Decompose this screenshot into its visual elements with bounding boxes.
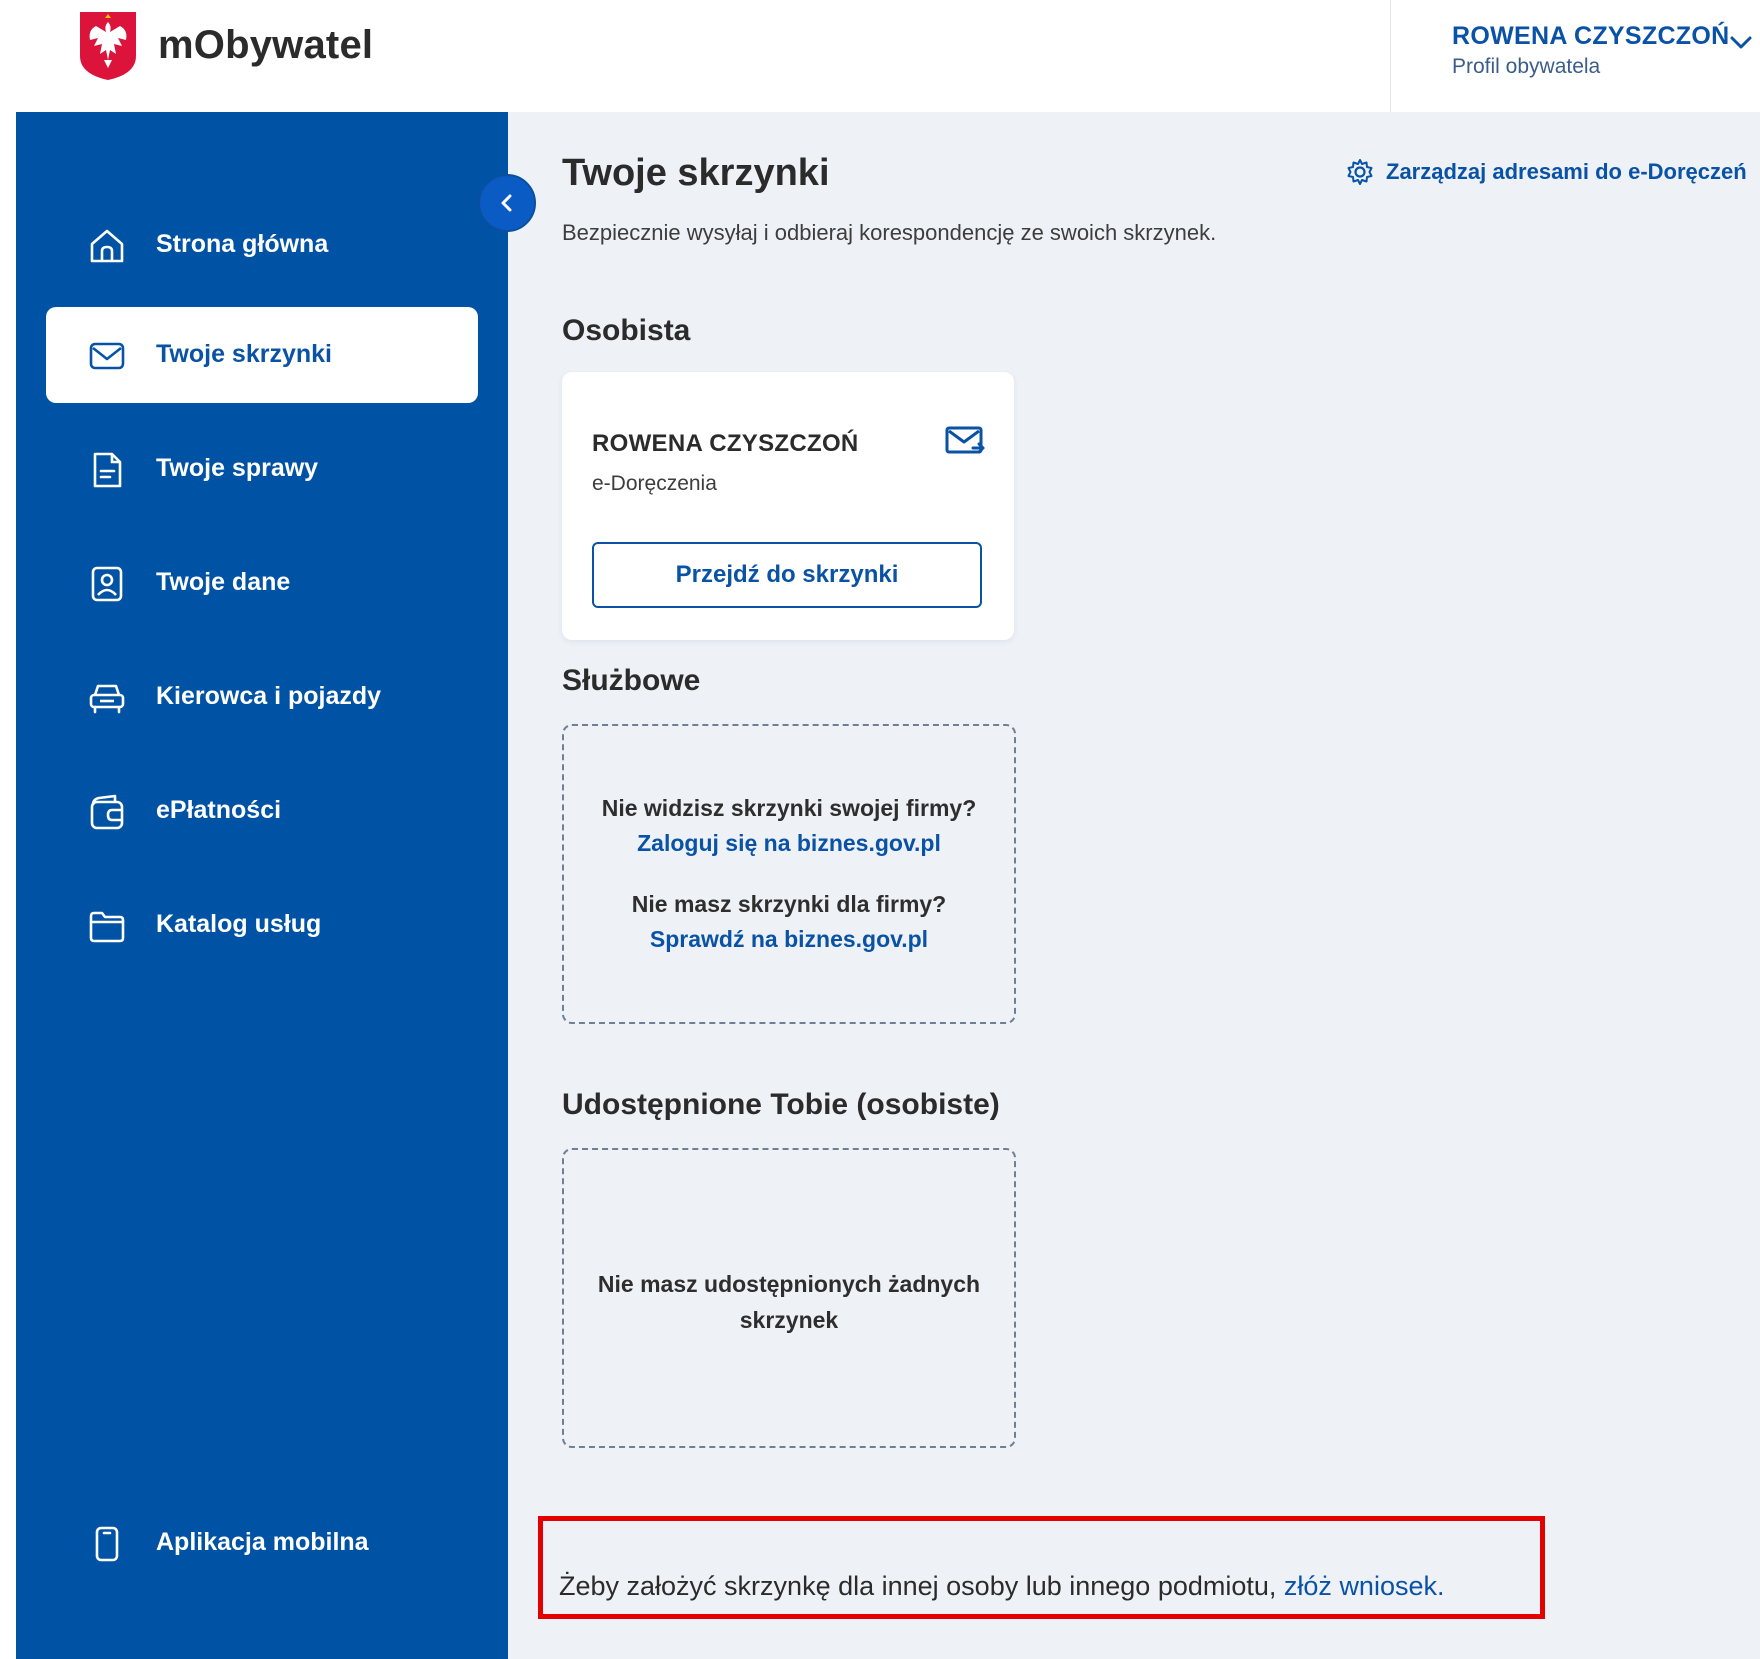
manage-addresses-label: Zarządzaj adresami do e-Doręczeń (1386, 159, 1747, 184)
shared-empty-line-1: Nie masz udostępnionych żadnych (597, 1271, 981, 1297)
sidebar-item-your-data[interactable]: Twoje dane (46, 535, 478, 631)
sidebar-item-mobile-app[interactable]: Aplikacja mobilna (46, 1495, 478, 1591)
chevron-left-icon (501, 194, 512, 212)
sidebar-item-label: Katalog usług (156, 910, 322, 938)
sidebar-item-cases[interactable]: Twoje sprawy (46, 421, 478, 517)
sidebar-item-epayments[interactable]: ePłatności (46, 763, 478, 859)
user-menu[interactable]: ROWENA CZYSZCZOŃ Profil obywatela (1390, 0, 1760, 112)
sidebar-item-label: Kierowca i pojazdy (156, 682, 382, 710)
top-bar: mObywatel ROWENA CZYSZCZOŃ Profil obywat… (0, 0, 1760, 112)
brand-name: mObywatel (158, 22, 374, 67)
highlighted-notice: Żeby założyć skrzynkę dla innej osoby lu… (538, 1516, 1545, 1619)
collapse-sidebar-button[interactable] (478, 174, 536, 232)
user-role: Profil obywatela (1452, 55, 1601, 78)
sidebar-item-label: Twoje dane (156, 568, 291, 596)
sidebar-item-label: Twoje skrzynki (156, 340, 332, 368)
sidebar-item-label: Twoje sprawy (156, 454, 319, 482)
login-biznes-link[interactable]: Zaloguj się na biznes.gov.pl (564, 830, 1014, 857)
sidebar-item-label: Strona główna (156, 230, 329, 258)
business-question-2: Nie masz skrzynki dla firmy? (631, 891, 947, 917)
chevron-down-icon[interactable] (1727, 28, 1755, 56)
shared-inbox-placeholder: Nie masz udostępnionych żadnych skrzynek (562, 1148, 1016, 1448)
polish-eagle-emblem-icon (80, 12, 136, 80)
gear-icon (1347, 159, 1373, 185)
notice-text: Żeby założyć skrzynkę dla innej osoby lu… (559, 1571, 1445, 1602)
sidebar-item-label: ePłatności (156, 796, 282, 824)
sidebar-item-label: Aplikacja mobilna (156, 1528, 369, 1556)
sidebar-item-service-catalog[interactable]: Katalog usług (46, 877, 478, 973)
section-shared-heading: Udostępnione Tobie (osobiste) (562, 1088, 1000, 1121)
sidebar-item-mailboxes[interactable]: Twoje skrzynki (46, 307, 478, 403)
inbox-owner: ROWENA CZYSZCZOŃ (592, 430, 859, 457)
notice-message: Żeby założyć skrzynkę dla innej osoby lu… (559, 1571, 1277, 1601)
manage-addresses-link[interactable]: Zarządzaj adresami do e-Doręczeń (1346, 158, 1747, 186)
section-business-heading: Służbowe (562, 664, 701, 697)
shared-empty-line-2: skrzynek (739, 1307, 839, 1333)
business-question-1: Nie widzisz skrzynki swojej firmy? (601, 795, 977, 821)
user-name: ROWENA CZYSZCZOŃ (1452, 22, 1730, 50)
home-icon (90, 229, 124, 263)
submit-application-link[interactable]: złóż wniosek. (1284, 1571, 1445, 1601)
page-subtitle: Bezpiecznie wysyłaj i odbieraj korespond… (562, 220, 1217, 245)
folder-icon (89, 911, 125, 943)
check-biznes-link[interactable]: Sprawdź na biznes.gov.pl (564, 926, 1014, 953)
sidebar-item-home[interactable]: Strona główna (46, 197, 478, 293)
car-icon (89, 684, 125, 714)
document-icon (93, 452, 122, 488)
main-content: Twoje skrzynki Zarządzaj adresami do e-D… (508, 112, 1760, 1659)
sidebar-item-driver-vehicles[interactable]: Kierowca i pojazdy (46, 649, 478, 745)
go-to-inbox-button[interactable]: Przejdź do skrzynki (592, 542, 982, 608)
sidebar: Strona główna Twoje skrzynki Twoje spraw… (16, 112, 508, 1659)
business-inbox-placeholder: Nie widzisz skrzynki swojej firmy? Zalog… (562, 724, 1016, 1024)
envelope-icon (89, 342, 125, 370)
phone-icon (95, 1526, 119, 1562)
personal-inbox-card: ROWENA CZYSZCZOŃ e-Doręczenia Przejdź do… (562, 372, 1014, 640)
mail-forward-icon (945, 426, 985, 454)
inbox-type: e-Doręczenia (592, 472, 717, 495)
section-personal-heading: Osobista (562, 314, 691, 347)
wallet-icon (90, 794, 124, 830)
page-title: Twoje skrzynki (562, 152, 830, 194)
brand[interactable]: mObywatel (76, 8, 373, 82)
id-card-icon (91, 566, 123, 602)
